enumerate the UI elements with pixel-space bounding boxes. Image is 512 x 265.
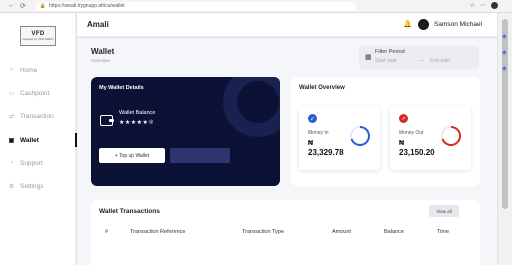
- refresh-icon[interactable]: ⟳: [20, 2, 26, 10]
- side-panel-icon[interactable]: ◆: [502, 65, 509, 72]
- wallet-overview-card: Wallet Overview ↙ Money In ₦ 23,329.78 ↗…: [291, 77, 480, 186]
- money-in-amount: 23,329.78: [308, 148, 344, 157]
- sidebar-item-label: Cashpoint: [20, 89, 50, 97]
- address-bar[interactable]: 🔒 https://amali.trygnupp.africa/wallet: [35, 1, 356, 11]
- sidebar-item-label: Wallet: [20, 136, 39, 144]
- wallet-balance-label: Wallet Balance: [119, 110, 156, 116]
- cashpoint-icon: ▭: [8, 90, 15, 97]
- wallet-icon: ▣: [8, 137, 15, 144]
- eye-icon[interactable]: ◎: [149, 119, 153, 125]
- back-icon[interactable]: ←: [8, 2, 15, 10]
- money-in-label: Money In: [308, 130, 329, 136]
- arrow-out-icon: ↗: [399, 114, 408, 123]
- wallet-transactions-card: Wallet Transactions View all # Transacti…: [91, 200, 480, 265]
- transaction-icon: ⇄: [8, 113, 15, 120]
- sidebar-item-support[interactable]: ◔ Support: [8, 156, 76, 170]
- wallet-balance-value: ★★★★★: [119, 120, 149, 126]
- browser-tools: ☆ ⋯: [470, 2, 498, 9]
- sidebar-item-home[interactable]: ⌂ Home: [8, 63, 76, 77]
- browser-nav: ← ⟳: [0, 2, 26, 10]
- browser-toolbar: ← ⟳ 🔒 https://amali.trygnupp.africa/wall…: [0, 0, 512, 13]
- money-out-amount: 23,150.20: [399, 148, 435, 157]
- column-header-type: Transaction Type: [242, 229, 284, 235]
- vertical-scrollbar[interactable]: ◆ ◆ ◆: [497, 13, 512, 265]
- sidebar-item-label: Home: [20, 66, 38, 74]
- column-header-reference: Transaction Reference: [130, 229, 186, 235]
- sidebar-item-label: Transaction: [20, 112, 54, 120]
- sidebar-item-settings[interactable]: ⚙ Settings: [8, 179, 76, 193]
- wallet-overview-title: Wallet Overview: [299, 85, 345, 91]
- user-name[interactable]: Samson Michael: [434, 21, 482, 28]
- support-icon: ◔: [9, 160, 14, 166]
- bell-icon[interactable]: 🔔: [403, 20, 412, 28]
- sidebar-item-transaction[interactable]: ⇄ Transaction: [8, 109, 76, 123]
- money-in-currency: ₦: [308, 140, 314, 147]
- wallet-details-title: My Wallet Details: [99, 85, 144, 91]
- arrow-in-icon: ↙: [308, 114, 317, 123]
- avatar[interactable]: [418, 19, 429, 30]
- money-out-currency: ₦: [399, 140, 405, 147]
- sidebar-item-cashpoint[interactable]: ▭ Cashpoint: [8, 86, 76, 100]
- wallet-icon: [100, 115, 114, 126]
- gear-icon: ⚙: [8, 183, 15, 190]
- decorative-ring: [223, 77, 280, 137]
- lock-icon: 🔒: [39, 3, 47, 9]
- column-header-amount: Amount: [332, 229, 351, 235]
- top-up-wallet-button[interactable]: + Top up Wallet: [99, 148, 165, 163]
- page-title: Wallet: [91, 47, 115, 56]
- column-header-index: #: [105, 229, 109, 235]
- money-out-ring: [441, 126, 461, 146]
- money-out-card: ↗ Money Out ₦ 23,150.20: [390, 106, 471, 170]
- app-name: Amali: [87, 20, 109, 29]
- view-all-button[interactable]: View all: [429, 205, 459, 217]
- scrollbar-thumb[interactable]: [502, 19, 508, 209]
- start-date-input[interactable]: Start date: [375, 58, 397, 64]
- column-header-time: Time: [437, 229, 450, 235]
- column-header-balance: Balance: [384, 229, 404, 235]
- url-text: https://amali.trygnupp.africa/wallet: [49, 3, 125, 9]
- main-content: Wallet Overview ▦ Filter Period Start da…: [77, 38, 497, 265]
- filter-period[interactable]: ▦ Filter Period Start date — End date: [359, 46, 479, 69]
- end-date-input[interactable]: End date: [430, 58, 450, 64]
- money-out-label: Money Out: [399, 130, 424, 136]
- calendar-icon: ▦: [365, 54, 372, 61]
- profile-icon[interactable]: [491, 2, 498, 9]
- sidebar-item-label: Settings: [20, 182, 44, 190]
- breadcrumb: Overview: [91, 58, 110, 63]
- sidebar-item-label: Support: [20, 159, 43, 167]
- money-in-ring: [350, 126, 370, 146]
- extensions-icon[interactable]: ⋯: [480, 2, 486, 9]
- star-icon[interactable]: ☆: [470, 2, 475, 9]
- sidebar: VFD Opened by VFD AMALI ⌂ Home ▭ Cashpoi…: [0, 13, 77, 265]
- money-in-card: ↙ Money In ₦ 23,329.78: [299, 106, 380, 170]
- secondary-wallet-button[interactable]: [170, 148, 230, 163]
- side-panel-icon[interactable]: ◆: [502, 49, 509, 56]
- wallet-details-card: My Wallet Details Wallet Balance ★★★★★ ◎…: [91, 77, 280, 186]
- filter-label: Filter Period: [375, 49, 405, 55]
- wallet-transactions-title: Wallet Transactions: [99, 208, 160, 215]
- home-icon: ⌂: [9, 67, 14, 73]
- top-bar: Amali 🔔 Samson Michael: [77, 13, 497, 37]
- side-panel-icon[interactable]: ◆: [502, 33, 509, 40]
- sidebar-item-wallet[interactable]: ▣ Wallet: [8, 133, 77, 147]
- logo: VFD Opened by VFD AMALI: [20, 26, 56, 46]
- date-separator: —: [419, 58, 424, 64]
